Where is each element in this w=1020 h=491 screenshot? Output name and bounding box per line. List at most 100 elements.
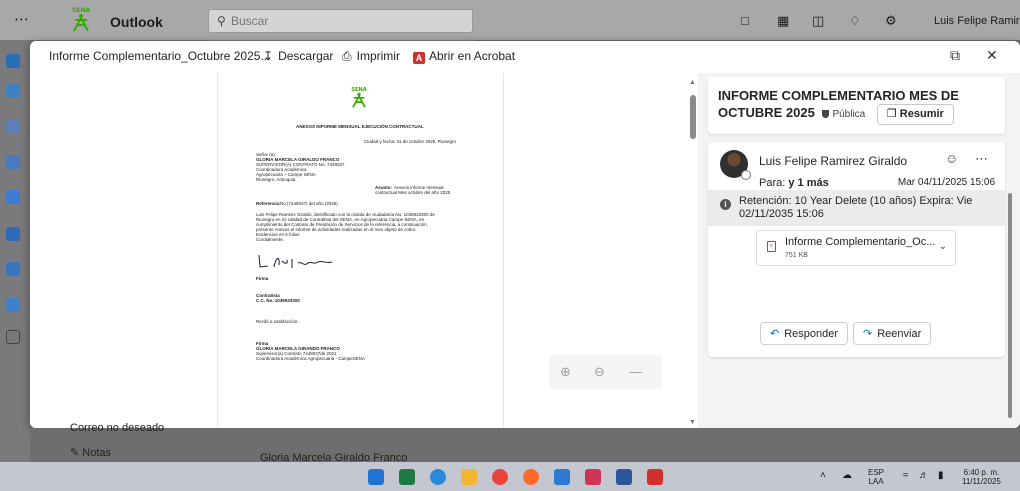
search-icon: ⚲ bbox=[217, 14, 226, 28]
clock[interactable]: 6:40 p. m. 11/11/2025 bbox=[962, 468, 1001, 486]
copilot-icon[interactable] bbox=[6, 120, 20, 134]
zoom-reset-icon[interactable]: — bbox=[629, 364, 642, 379]
battery-icon[interactable]: ▮ bbox=[938, 470, 944, 481]
message-subject: INFORME COMPLEMENTARIO MES DE OCTUBRE 20… bbox=[718, 87, 1003, 125]
store-icon[interactable] bbox=[554, 469, 570, 485]
preview-file-title: Informe Complementario_Octubre 2025... bbox=[49, 49, 271, 63]
scroll-down-icon[interactable]: ▼ bbox=[689, 419, 696, 426]
file-explorer-icon[interactable] bbox=[461, 469, 477, 485]
outlook-top-bar: ⋯ SENA Outlook ⚲ □ ▦ ◫ ♢ ⚙ Luis Felipe R… bbox=[0, 0, 1020, 40]
print-button[interactable]: ⎙ Imprimir bbox=[342, 49, 400, 64]
emoji-reaction-icon[interactable]: ☺ bbox=[945, 151, 958, 166]
scroll-up-icon[interactable]: ▲ bbox=[689, 79, 696, 86]
doc-firma-label: Firma bbox=[256, 276, 269, 281]
forward-icon: ↷ bbox=[863, 328, 873, 340]
people-icon[interactable] bbox=[6, 155, 20, 169]
attachment-name: Informe Complementario_Oc... bbox=[785, 236, 935, 248]
search-input[interactable] bbox=[231, 14, 461, 28]
more-apps-icon[interactable] bbox=[6, 330, 20, 344]
wifi-icon[interactable]: ≈ bbox=[903, 470, 909, 481]
background-bottom: Correo no deseado ✎ Notas Gloria Marcela… bbox=[30, 422, 1020, 464]
zoom-controls: ⊕ ⊖ — bbox=[549, 355, 662, 389]
settings-icon[interactable]: ⚙ bbox=[885, 14, 897, 28]
files-icon[interactable] bbox=[6, 227, 20, 241]
message-card: Luis Felipe Ramirez Giraldo ☺ ⋯ Para: y … bbox=[708, 142, 1005, 357]
handwritten-signature bbox=[258, 254, 333, 268]
doc-asunto-line2: contractual Mes octubre del año 2025 bbox=[375, 190, 451, 195]
reply-icon: ↶ bbox=[770, 328, 780, 340]
attachment-preview-dialog: Informe Complementario_Octubre 2025... ↧… bbox=[30, 41, 1020, 428]
app-launcher-icon[interactable]: ⋯ bbox=[14, 12, 30, 28]
shield-icon bbox=[822, 110, 830, 118]
details-scrollbar[interactable] bbox=[1008, 193, 1012, 418]
windows-taskbar: ˄ ☁ ESP LAA ≈ ♬ ▮ 6:40 p. m. 11/11/2025 bbox=[0, 462, 1020, 491]
more-actions-icon[interactable]: ⋯ bbox=[975, 151, 988, 167]
start-icon[interactable] bbox=[368, 469, 384, 485]
viewer-scroll-thumb[interactable] bbox=[690, 95, 696, 139]
zoom-out-icon[interactable]: ⊖ bbox=[594, 364, 605, 380]
word-icon[interactable] bbox=[616, 469, 632, 485]
feedback-icon[interactable]: ◫ bbox=[812, 14, 824, 28]
todo-icon[interactable] bbox=[6, 190, 20, 204]
calendar-icon[interactable]: ▦ bbox=[777, 14, 789, 28]
onedrive-icon[interactable] bbox=[6, 298, 20, 312]
show-hidden-icons-icon[interactable]: ˄ bbox=[820, 470, 826, 481]
sender-name[interactable]: Luis Felipe Ramirez Giraldo bbox=[759, 154, 907, 168]
junk-folder-item[interactable]: Correo no deseado bbox=[70, 422, 164, 434]
language-indicator[interactable]: ESP LAA bbox=[868, 468, 884, 486]
pdf-page: SENA ANEXOS INFORME MENSUAL EJECUCIÓN CO… bbox=[217, 73, 504, 428]
notifications-icon[interactable]: ♢ bbox=[849, 14, 861, 28]
presence-status-icon bbox=[741, 170, 751, 180]
teams-icon[interactable]: □ bbox=[741, 14, 749, 28]
edge-icon[interactable] bbox=[430, 469, 446, 485]
sena-logo: SENA bbox=[72, 7, 90, 32]
mail-icon[interactable] bbox=[6, 54, 20, 68]
doc-cc-line: C.C. No. 1036933300 bbox=[256, 298, 300, 303]
onedrive-tray-icon[interactable]: ☁ bbox=[842, 470, 852, 481]
firefox-icon[interactable] bbox=[523, 469, 539, 485]
chevron-down-icon[interactable]: ⌄ bbox=[939, 241, 947, 252]
doc-city-date: Ciudad y fecha: 31 de octubre 2025, Rion… bbox=[364, 139, 457, 144]
doc-supervisor-role: Coordinadora Académica Agropecuaria - Ca… bbox=[256, 356, 366, 361]
excel-icon[interactable] bbox=[399, 469, 415, 485]
attachment-size: 751 KB bbox=[785, 252, 808, 259]
popout-icon[interactable]: ⧉ bbox=[950, 47, 960, 64]
svg-text:SENA: SENA bbox=[351, 87, 366, 93]
document-viewer[interactable]: SENA ANEXOS INFORME MENSUAL EJECUCIÓN CO… bbox=[30, 73, 698, 428]
recipients[interactable]: Para: y 1 más bbox=[759, 177, 829, 189]
doc-body-line: Cordialmente, bbox=[256, 237, 285, 242]
message-details-pane: INFORME COMPLEMENTARIO MES DE OCTUBRE 20… bbox=[698, 73, 1020, 428]
attachment-card[interactable]: ≡ Informe Complementario_Oc... 751 KB ⌄ bbox=[756, 230, 956, 266]
sent-date: Mar 04/11/2025 15:06 bbox=[897, 177, 995, 188]
org-icon[interactable] bbox=[6, 262, 20, 276]
svg-text:SENA: SENA bbox=[72, 7, 90, 14]
preview-header: Informe Complementario_Octubre 2025... ↧… bbox=[30, 41, 1020, 73]
office-app-icon[interactable] bbox=[585, 469, 601, 485]
doc-reference-value: No (7448037) del año (2025) bbox=[280, 201, 338, 206]
chrome-icon[interactable] bbox=[492, 469, 508, 485]
acrobat-icon: A bbox=[413, 52, 425, 64]
doc-place-line: Rionegro, Antioquia bbox=[256, 177, 296, 182]
download-icon: ↧ bbox=[263, 49, 274, 63]
forward-button[interactable]: ↷ Reenviar bbox=[853, 322, 932, 345]
reply-button[interactable]: ↶ Responder bbox=[760, 322, 849, 345]
summarize-button[interactable]: ❐ Resumir bbox=[876, 104, 954, 125]
volume-icon[interactable]: ♬ bbox=[919, 470, 929, 481]
open-acrobat-button[interactable]: A Abrir en Acrobat bbox=[413, 49, 515, 64]
doc-heading: ANEXOS INFORME MENSUAL EJECUCIÓN CONTRAC… bbox=[296, 124, 424, 129]
retention-text: Retención: 10 Year Delete (10 años) Expi… bbox=[739, 195, 973, 220]
doc-recibi-line: Recibí a satisfacción: bbox=[256, 319, 299, 324]
download-button[interactable]: ↧ Descargar bbox=[263, 49, 333, 63]
account-name[interactable]: Luis Felipe Ramire... bbox=[934, 15, 1020, 27]
search-box[interactable]: ⚲ bbox=[208, 9, 473, 33]
acrobat-taskbar-icon[interactable] bbox=[647, 469, 663, 485]
subject-card: INFORME COMPLEMENTARIO MES DE OCTUBRE 20… bbox=[708, 77, 1005, 134]
viewer-scrollbar[interactable]: ▲ ▼ bbox=[689, 79, 696, 427]
pdf-file-icon: ≡ bbox=[767, 241, 776, 252]
sender-avatar[interactable] bbox=[720, 150, 751, 180]
close-icon[interactable]: ✕ bbox=[986, 47, 998, 64]
calendar-rail-icon[interactable] bbox=[6, 84, 20, 98]
notes-folder-item[interactable]: ✎ Notas bbox=[70, 446, 111, 459]
print-icon: ⎙ bbox=[342, 49, 352, 63]
zoom-in-icon[interactable]: ⊕ bbox=[560, 364, 571, 380]
